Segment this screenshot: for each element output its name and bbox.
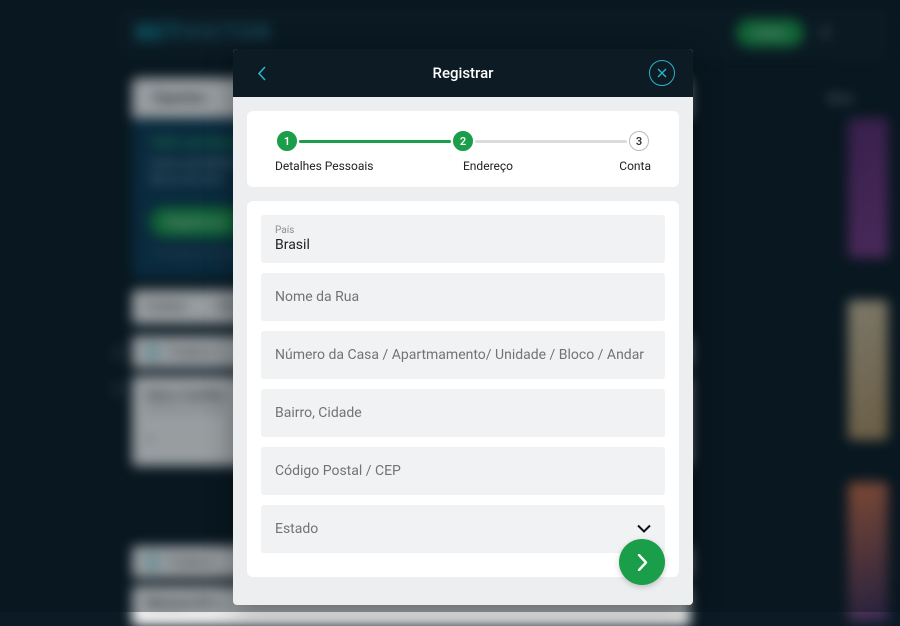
close-button[interactable] <box>649 60 675 86</box>
country-value: Brasil <box>275 237 310 253</box>
back-button[interactable] <box>251 63 271 83</box>
house-placeholder: Número da Casa / Apartmamento/ Unidade /… <box>275 347 644 363</box>
step-1: 1 <box>275 131 299 151</box>
step-2-label: Endereço <box>395 159 581 173</box>
address-form: País Brasil Nome da Rua Número da Casa /… <box>247 201 679 577</box>
step-line <box>475 140 627 143</box>
postal-code-field[interactable]: Código Postal / CEP <box>261 447 665 495</box>
modal-title: Registrar <box>233 64 693 82</box>
step-3: 3 <box>627 131 651 151</box>
street-placeholder: Nome da Rua <box>275 289 359 305</box>
state-placeholder: Estado <box>275 521 318 537</box>
postal-placeholder: Código Postal / CEP <box>275 463 401 479</box>
house-number-field[interactable]: Número da Casa / Apartmamento/ Unidade /… <box>261 331 665 379</box>
country-label: País <box>275 225 294 236</box>
next-button[interactable] <box>619 539 665 585</box>
city-field[interactable]: Bairro, Cidade <box>261 389 665 437</box>
progress-steps: 1 2 3 Detalhes Pessoais Endereço Conta <box>247 111 679 187</box>
country-field[interactable]: País Brasil <box>261 215 665 263</box>
close-icon <box>657 68 667 78</box>
step-line <box>299 140 451 143</box>
step-3-label: Conta <box>581 159 651 173</box>
state-field[interactable]: Estado <box>261 505 665 553</box>
register-modal: Registrar 1 2 3 Detalhes Pessoais Endere… <box>233 49 693 605</box>
chevron-down-icon <box>637 525 651 534</box>
street-field[interactable]: Nome da Rua <box>261 273 665 321</box>
city-placeholder: Bairro, Cidade <box>275 405 362 421</box>
chevron-right-icon <box>637 554 648 571</box>
chevron-left-icon <box>257 66 266 81</box>
step-2: 2 <box>451 131 475 151</box>
modal-header: Registrar <box>233 49 693 97</box>
step-1-label: Detalhes Pessoais <box>275 159 395 173</box>
